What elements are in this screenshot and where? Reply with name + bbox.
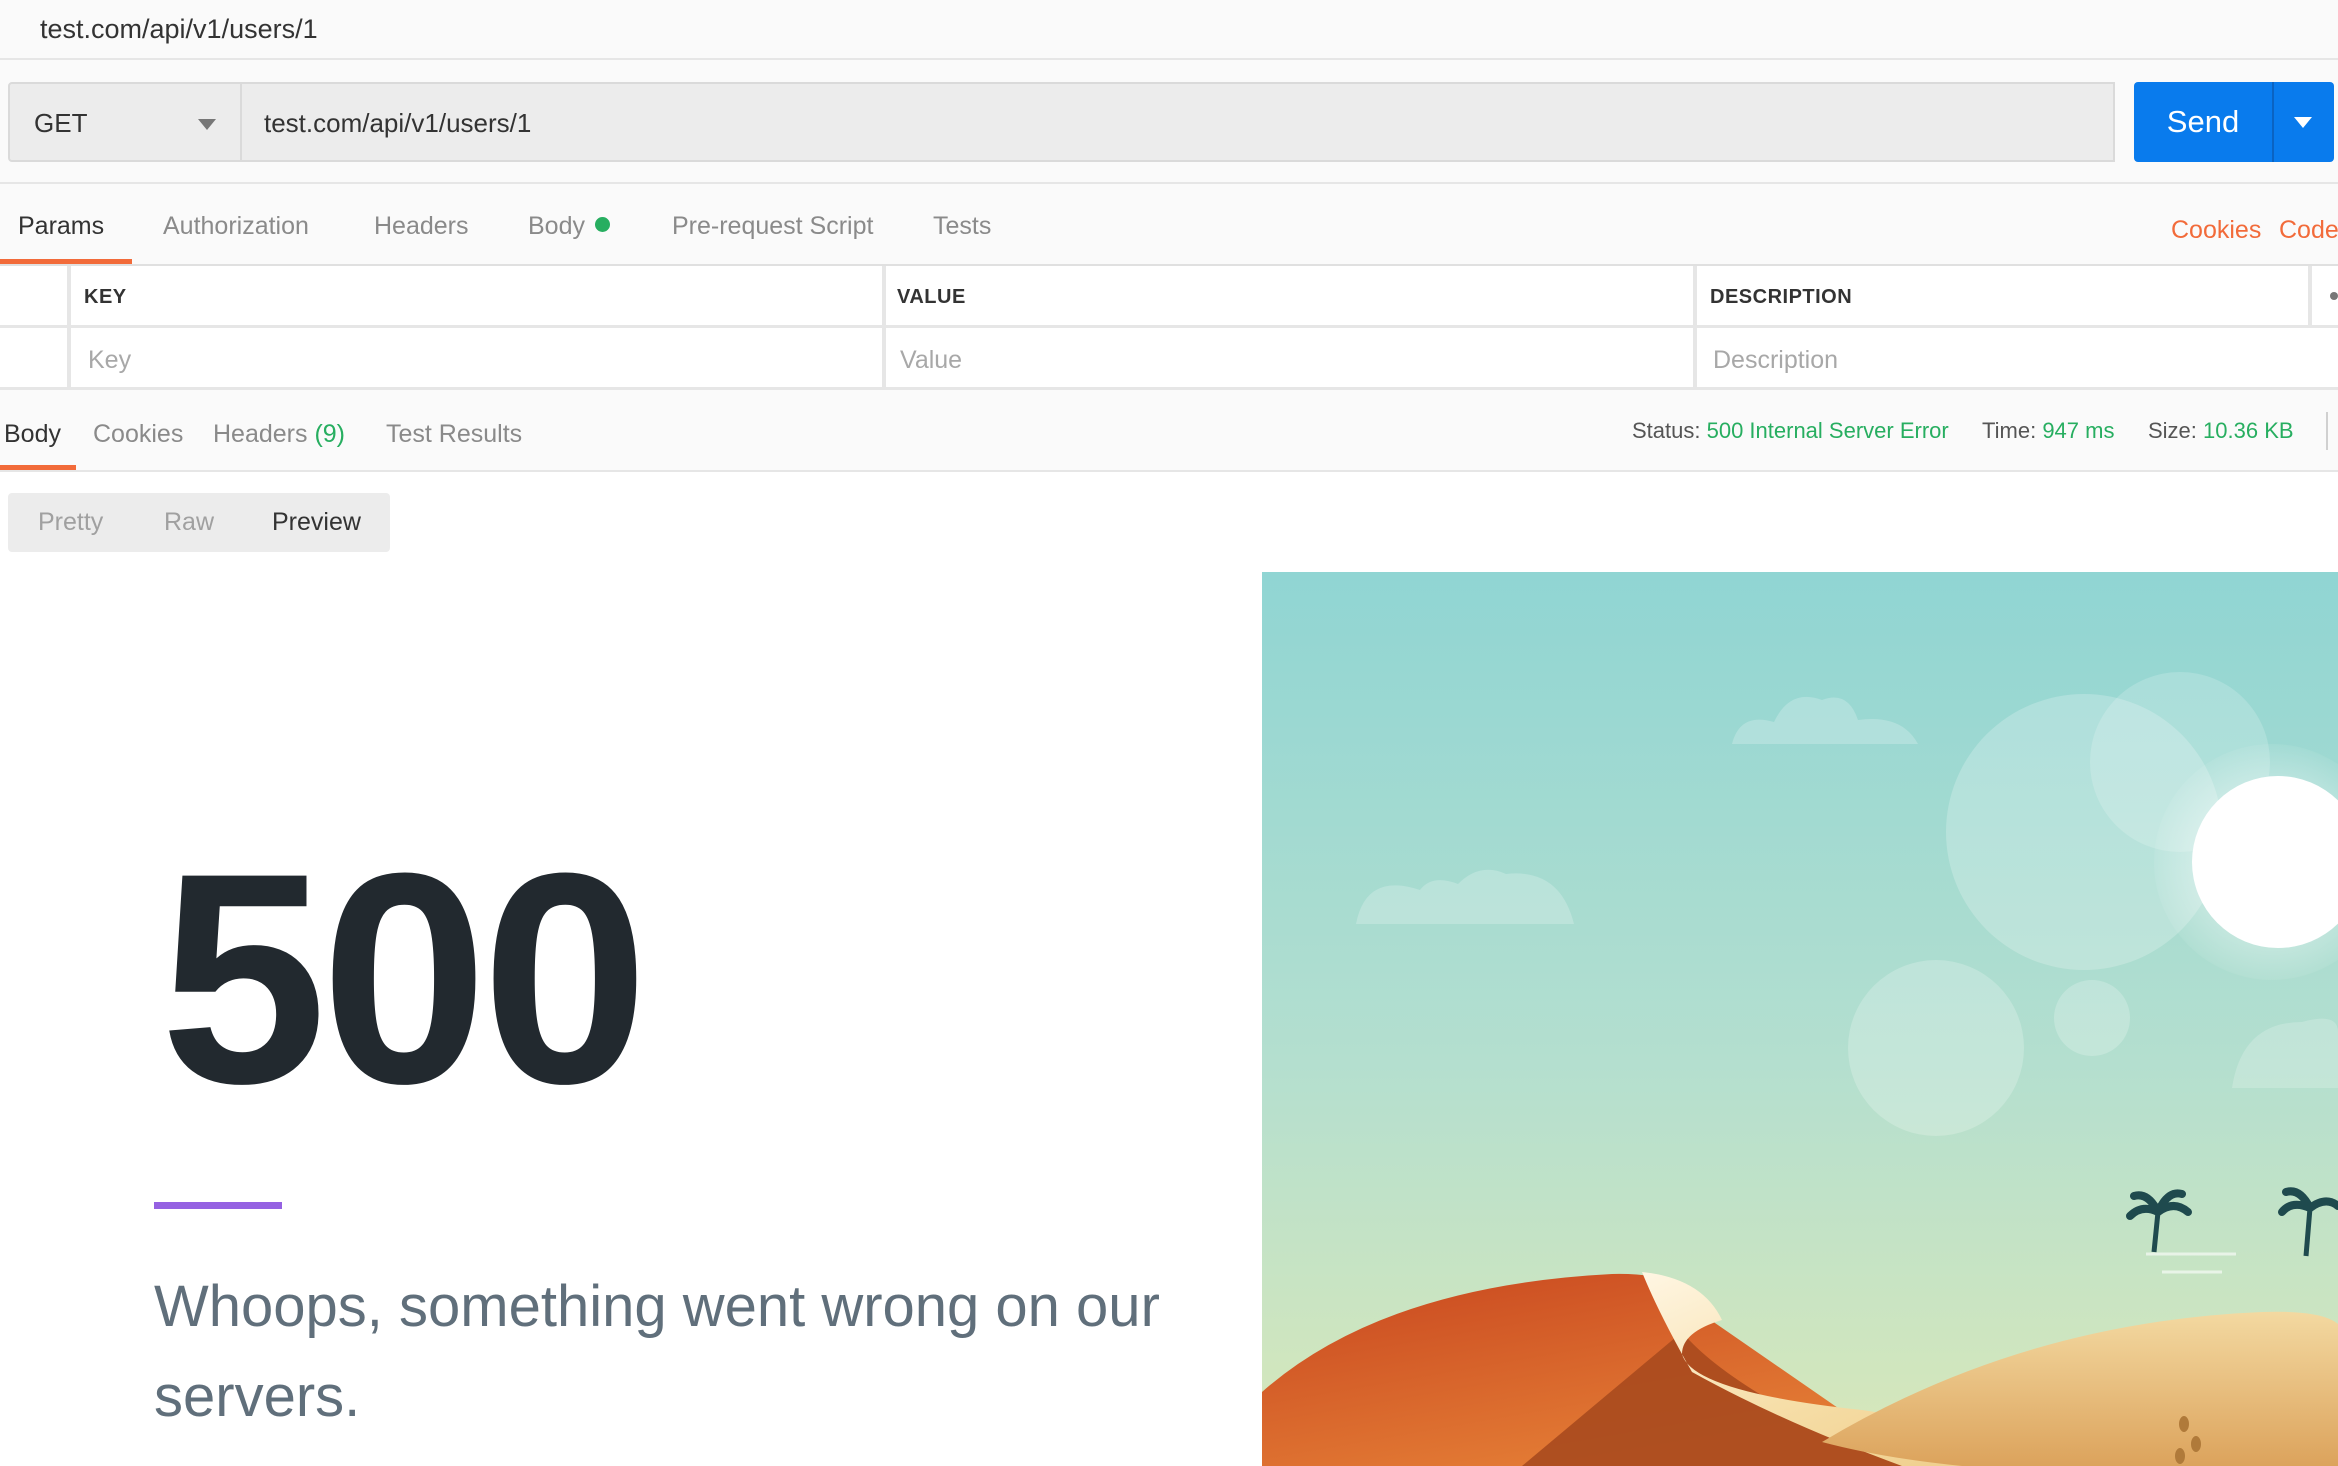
error-code: 500 [160, 810, 649, 1146]
request-bar: GET test.com/api/v1/users/1 Send [0, 60, 2338, 184]
tab-tests[interactable]: Tests [933, 212, 991, 241]
response-tab-test-results[interactable]: Test Results [386, 420, 522, 449]
size-stat[interactable]: Size: 10.36 KB [2148, 418, 2294, 444]
send-button[interactable]: Send [2134, 104, 2272, 140]
send-divider [2272, 82, 2274, 162]
response-tab-headers-label: Headers [213, 420, 308, 448]
more-icon[interactable] [2330, 292, 2338, 300]
response-bar: Body Cookies Headers (9) Test Results St… [0, 390, 2338, 472]
stats-divider [2326, 412, 2328, 450]
column-divider [2308, 266, 2312, 328]
request-tabs: Params Authorization Headers Body Pre-re… [0, 184, 2338, 266]
mode-preview[interactable]: Preview [272, 508, 361, 537]
tab-authorization[interactable]: Authorization [163, 212, 309, 241]
column-header-description: DESCRIPTION [1710, 286, 1853, 308]
send-button-group: Send [2134, 82, 2334, 162]
mode-pretty[interactable]: Pretty [38, 508, 103, 537]
tab-title-bar: test.com/api/v1/users/1 [0, 0, 2338, 60]
description-input[interactable]: Description [1713, 346, 1838, 375]
column-divider [67, 266, 71, 390]
status-value: 500 Internal Server Error [1706, 418, 1949, 443]
time-label: Time: [1982, 418, 2037, 443]
status-label: Status: [1632, 418, 1701, 443]
status-stat[interactable]: Status: 500 Internal Server Error [1632, 418, 1949, 444]
code-link[interactable]: Code [2279, 216, 2338, 245]
value-input[interactable]: Value [900, 346, 962, 375]
tab-pre-request-script[interactable]: Pre-request Script [672, 212, 873, 241]
tab-title[interactable]: test.com/api/v1/users/1 [40, 14, 318, 45]
tab-params[interactable]: Params [18, 212, 104, 241]
view-mode-toggle: Pretty Raw Preview [8, 493, 390, 552]
response-preview: 500 Whoops, something went wrong on our … [0, 572, 2338, 1466]
size-value: 10.36 KB [2203, 418, 2294, 443]
column-divider [882, 266, 886, 390]
tab-body[interactable]: Body [528, 212, 610, 241]
active-response-tab-indicator [0, 465, 76, 470]
column-header-value: VALUE [897, 286, 966, 308]
key-input[interactable]: Key [88, 346, 131, 375]
time-stat[interactable]: Time: 947 ms [1982, 418, 2114, 444]
params-table: KEY VALUE DESCRIPTION Key Value Descript… [0, 266, 2338, 390]
mode-raw[interactable]: Raw [164, 508, 214, 537]
url-value: test.com/api/v1/users/1 [264, 108, 532, 138]
column-header-key: KEY [84, 286, 127, 308]
chevron-down-icon [198, 119, 216, 130]
method-select[interactable]: GET [8, 82, 242, 162]
response-tab-headers[interactable]: Headers (9) [213, 420, 345, 449]
body-indicator-dot [594, 217, 610, 232]
size-label: Size: [2148, 418, 2197, 443]
active-tab-indicator [0, 259, 132, 264]
desert-illustration [1262, 572, 2338, 1466]
params-table-header [0, 266, 2338, 328]
response-tab-body[interactable]: Body [4, 420, 61, 449]
send-options-chevron-icon[interactable] [2294, 117, 2312, 128]
url-input[interactable]: test.com/api/v1/users/1 [242, 82, 2115, 162]
cookies-link[interactable]: Cookies [2171, 216, 2261, 245]
time-value: 947 ms [2042, 418, 2115, 443]
accent-bar [154, 1202, 282, 1209]
tab-body-label: Body [528, 212, 585, 240]
tab-headers[interactable]: Headers [374, 212, 469, 241]
error-message: Whoops, something went wrong on our serv… [154, 1274, 1160, 1429]
column-divider [1693, 266, 1697, 390]
method-label: GET [34, 108, 88, 138]
headers-count: (9) [314, 420, 346, 448]
response-tab-cookies[interactable]: Cookies [93, 420, 183, 449]
